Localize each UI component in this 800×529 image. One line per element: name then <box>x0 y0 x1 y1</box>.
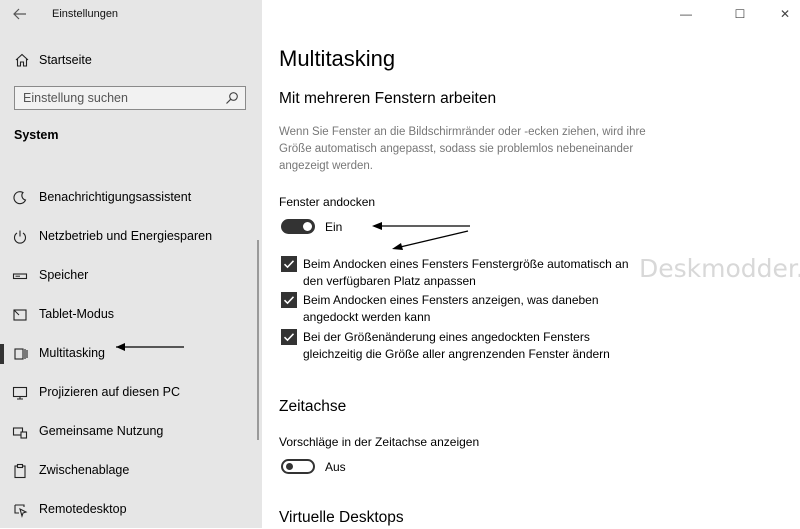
sidebar-item-label: Projizieren auf diesen PC <box>39 385 181 399</box>
main-content: — ☐ ✕ Multitasking Mit mehreren Fenstern… <box>262 0 800 528</box>
snap-toggle-state: Ein <box>325 220 343 234</box>
checkbox-label: Beim Andocken eines Fensters Fenstergröß… <box>303 257 629 288</box>
sidebar-item-clipboard[interactable]: Zwischenablage <box>0 451 262 490</box>
checkbox-label: Bei der Größenänderung eines angedockten… <box>303 330 610 361</box>
sidebar-item-focus-assist[interactable]: Benachrichtigungsassistent <box>0 178 262 217</box>
timeline-heading: Zeitachse <box>279 398 347 415</box>
sidebar-item-label: Tablet-Modus <box>39 307 115 321</box>
sidebar-item-label: Remotedesktop <box>39 502 127 516</box>
sidebar-item-multitasking[interactable]: Multitasking <box>0 334 262 373</box>
checkbox-label: Beim Andocken eines Fensters anzeigen, w… <box>303 293 599 324</box>
sidebar-item-label: Multitasking <box>39 346 105 360</box>
title-bar: Einstellungen <box>0 0 262 30</box>
sidebar-item-projecting[interactable]: Projizieren auf diesen PC <box>0 373 262 412</box>
home-icon <box>14 52 30 68</box>
snap-section-heading: Mit mehreren Fenstern arbeiten <box>279 90 497 107</box>
toggle-knob <box>303 222 312 231</box>
window-title: Einstellungen <box>52 8 119 20</box>
back-arrow-icon[interactable] <box>10 6 30 24</box>
sidebar-home[interactable]: Startseite <box>0 48 262 74</box>
timeline-toggle-label: Vorschläge in der Zeitachse anzeigen <box>279 435 480 449</box>
snap-toggle-label: Fenster andocken <box>279 195 376 209</box>
toggle-knob <box>286 463 293 470</box>
sidebar-item-label: Speicher <box>39 268 89 282</box>
sidebar-item-shared[interactable]: Gemeinsame Nutzung <box>0 412 262 451</box>
search-icon[interactable] <box>225 91 239 105</box>
remote-desktop-icon <box>12 502 28 518</box>
settings-sidebar: Einstellungen Startseite System Benachri… <box>0 0 262 528</box>
checkbox-checked-icon[interactable] <box>281 256 297 272</box>
tablet-mode-icon <box>12 307 28 323</box>
snap-windows-toggle[interactable] <box>281 219 315 234</box>
watermark: Deskmodder.de <box>639 254 800 283</box>
power-icon <box>12 229 28 245</box>
sidebar-item-label: Gemeinsame Nutzung <box>39 424 164 438</box>
search-box[interactable] <box>14 86 246 110</box>
sidebar-nav: Benachrichtigungsassistent Netzbetrieb u… <box>0 178 262 529</box>
sidebar-item-remote-desktop[interactable]: Remotedesktop <box>0 490 262 529</box>
sidebar-item-storage[interactable]: Speicher <box>0 256 262 295</box>
close-icon[interactable]: ✕ <box>771 4 799 24</box>
sidebar-item-power[interactable]: Netzbetrieb und Energiesparen <box>0 217 262 256</box>
page-title: Multitasking <box>279 46 396 71</box>
virtual-desktops-heading: Virtuelle Desktops <box>279 509 404 526</box>
checkbox-checked-icon[interactable] <box>281 329 297 345</box>
sidebar-item-label: Zwischenablage <box>39 463 130 477</box>
clipboard-icon <box>12 463 28 479</box>
projecting-icon <box>12 385 28 401</box>
minimize-icon[interactable]: — <box>672 4 700 24</box>
sidebar-item-tablet-mode[interactable]: Tablet-Modus <box>0 295 262 334</box>
maximize-icon[interactable]: ☐ <box>726 4 754 24</box>
sidebar-item-label: Netzbetrieb und Energiesparen <box>39 229 213 243</box>
focus-assist-icon <box>12 190 28 206</box>
sidebar-item-label: Benachrichtigungsassistent <box>39 190 192 204</box>
checkbox-checked-icon[interactable] <box>281 292 297 308</box>
shared-experiences-icon <box>12 424 28 440</box>
search-input[interactable] <box>15 87 223 109</box>
storage-icon <box>12 268 28 284</box>
sidebar-section-title: System <box>14 128 59 142</box>
multitasking-icon <box>12 346 28 362</box>
timeline-suggestions-toggle[interactable] <box>281 459 315 474</box>
timeline-toggle-state: Aus <box>325 460 346 474</box>
home-label: Startseite <box>39 53 92 67</box>
snap-description: Wenn Sie Fenster an die Bildschirmränder… <box>279 126 646 172</box>
sidebar-scrollbar[interactable] <box>257 240 259 440</box>
